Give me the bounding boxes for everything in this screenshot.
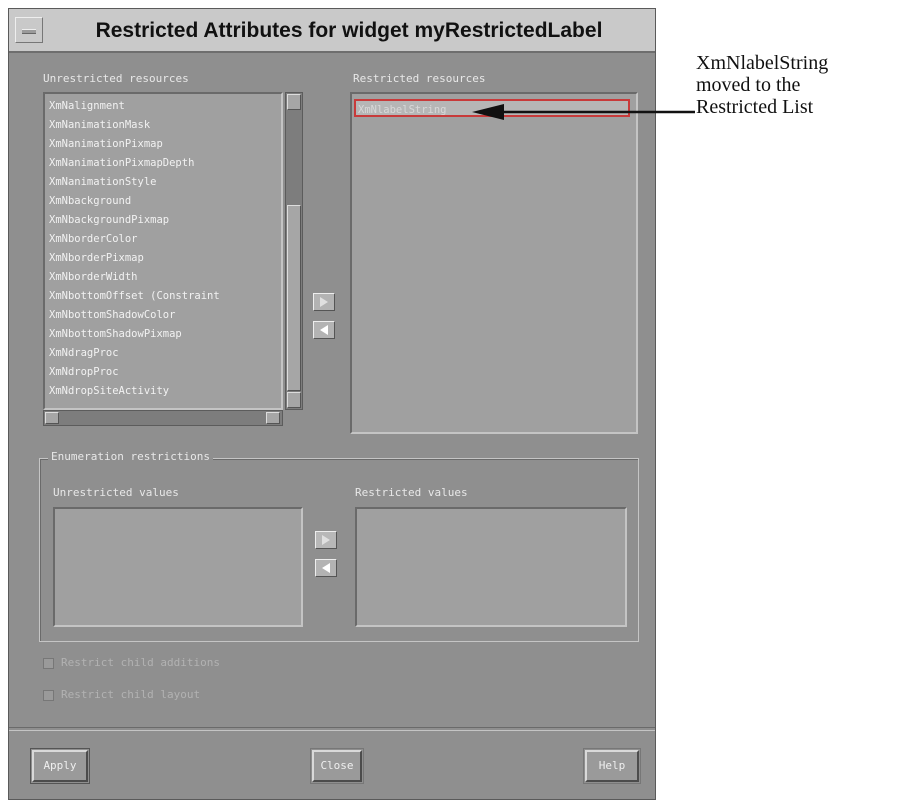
list-item[interactable]: XmNborderColor — [49, 231, 138, 247]
list-item[interactable]: XmNbottomOffset (Constraint — [49, 288, 220, 304]
restricted-values-label: Restricted values — [355, 486, 468, 499]
restrict-child-layout-label: Restrict child layout — [61, 688, 201, 701]
annotation-callout: XmNlabelString moved to the Restricted L… — [696, 52, 828, 118]
move-right-button[interactable] — [313, 293, 335, 311]
list-item[interactable]: XmNanimationPixmapDepth — [49, 155, 194, 171]
scroll-left-button[interactable] — [45, 412, 59, 424]
unrestricted-resources-label: Unrestricted resources — [43, 72, 189, 85]
list-item[interactable]: XmNalignment — [49, 98, 125, 114]
scroll-up-button[interactable] — [287, 94, 301, 110]
enum-move-left-button[interactable] — [315, 559, 337, 577]
list-item[interactable]: XmNdragProc — [49, 345, 119, 361]
unrestricted-list-vscrollbar[interactable] — [285, 92, 303, 410]
unrestricted-values-list[interactable] — [53, 507, 303, 627]
move-right-arrow-icon — [320, 297, 328, 307]
close-button-frame: Close — [310, 748, 364, 784]
scroll-down-button[interactable] — [287, 392, 301, 408]
restricted-values-list[interactable] — [355, 507, 627, 627]
unrestricted-values-label: Unrestricted values — [53, 486, 179, 499]
help-button[interactable]: Help — [585, 750, 639, 782]
separator — [9, 727, 655, 731]
list-item[interactable]: XmNbackground — [49, 193, 131, 209]
list-item[interactable]: XmNbackgroundPixmap — [49, 212, 169, 228]
annotation-line-1: XmNlabelString — [696, 52, 829, 74]
list-item[interactable]: XmNanimationStyle — [49, 174, 156, 190]
window-menu-icon[interactable] — [15, 17, 43, 43]
restricted-resources-label: Restricted resources — [353, 72, 486, 85]
list-item[interactable]: XmNborderPixmap — [49, 250, 144, 266]
list-item[interactable]: XmNanimationMask — [49, 117, 150, 133]
restrict-child-additions-label: Restrict child additions — [61, 656, 220, 669]
apply-button-frame: Apply — [30, 748, 90, 784]
move-left-arrow-icon — [322, 563, 330, 573]
apply-button[interactable]: Apply — [32, 750, 88, 782]
restrict-child-additions-checkbox[interactable] — [43, 658, 54, 669]
list-item[interactable]: XmNdropProc — [49, 364, 119, 380]
restrict-child-layout-checkbox[interactable] — [43, 690, 54, 701]
enumeration-restrictions-title: Enumeration restrictions — [48, 450, 213, 463]
unrestricted-resources-list[interactable]: XmNalignment XmNanimationMask XmNanimati… — [43, 92, 283, 410]
restricted-resources-list[interactable]: XmNlabelString — [350, 92, 638, 434]
help-button-frame: Help — [583, 748, 641, 784]
scroll-right-button[interactable] — [266, 412, 280, 424]
annotation-line-3: Restricted List — [696, 96, 814, 118]
list-item[interactable]: XmNanimationPixmap — [49, 136, 163, 152]
move-left-button[interactable] — [313, 321, 335, 339]
list-item[interactable]: XmNdropSiteActivity — [49, 383, 169, 399]
close-button[interactable]: Close — [312, 750, 362, 782]
scroll-thumb[interactable] — [287, 205, 301, 391]
list-item[interactable]: XmNborderWidth — [49, 269, 138, 285]
annotation-line-2: moved to the — [696, 74, 801, 96]
enum-move-right-button[interactable] — [315, 531, 337, 549]
list-item[interactable]: XmNbottomShadowPixmap — [49, 326, 182, 342]
list-item[interactable]: XmNbottomShadowColor — [49, 307, 175, 323]
move-left-arrow-icon — [320, 325, 328, 335]
title-bar[interactable]: Restricted Attributes for widget myRestr… — [9, 9, 655, 53]
window-title: Restricted Attributes for widget myRestr… — [95, 19, 603, 42]
annotation-arrow-icon — [472, 104, 695, 120]
unrestricted-list-hscrollbar[interactable] — [43, 410, 283, 426]
move-right-arrow-icon — [322, 535, 330, 545]
restricted-attributes-dialog: Restricted Attributes for widget myRestr… — [8, 8, 656, 800]
